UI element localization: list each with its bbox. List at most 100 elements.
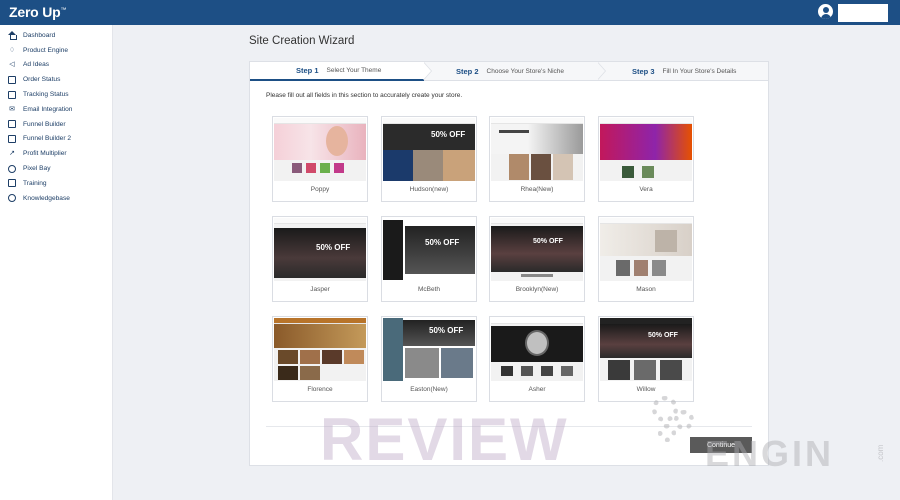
theme-thumbnail (600, 118, 692, 181)
sidebar-item-funnel-builder-2[interactable]: Funnel Builder 2 (0, 132, 112, 147)
mail-icon: ✉ (9, 105, 15, 113)
theme-name: Asher (528, 386, 546, 393)
sidebar-item-label: Funnel Builder (23, 120, 66, 128)
theme-card-brooklyn[interactable]: 50% OFF Brooklyn(New) (489, 216, 585, 302)
theme-card-mcbeth[interactable]: 50% OFF McBeth (381, 216, 477, 302)
step-label: Select Your Theme (326, 67, 382, 74)
chevron-right-icon (597, 62, 608, 81)
sidebar-item-profit-multiplier[interactable]: ↗ Profit Multiplier (0, 146, 112, 161)
theme-card-asher[interactable]: Asher (489, 316, 585, 402)
screen-icon (8, 179, 16, 188)
theme-name: Jasper (310, 286, 330, 293)
sidebar-item-pixel-bay[interactable]: Pixel Bay (0, 161, 112, 176)
step-3-tab[interactable]: Step 3 Fill In Your Store's Details (632, 62, 736, 81)
theme-card-poppy[interactable]: Poppy (272, 116, 368, 202)
step-label: Choose Your Store's Niche (486, 68, 564, 75)
info-icon (8, 194, 16, 203)
theme-card-vera[interactable]: Vera (598, 116, 694, 202)
sidebar-item-label: Knowledgebase (23, 194, 70, 202)
sidebar-item-tracking-status[interactable]: Tracking Status (0, 87, 112, 102)
theme-thumbnail (491, 318, 583, 381)
watermark-text: REVIEW (320, 406, 569, 473)
sidebar-item-product-engine[interactable]: ♢ Product Engine (0, 43, 112, 58)
top-bar: Zero Up™ (0, 0, 900, 25)
theme-name: Vera (639, 186, 653, 193)
sidebar-item-label: Ad Ideas (23, 61, 50, 69)
offer-text: 50% OFF (429, 326, 464, 335)
sidebar-item-funnel-builder[interactable]: Funnel Builder (0, 117, 112, 132)
theme-thumbnail (600, 218, 692, 281)
page-icon (8, 120, 16, 129)
sidebar-item-label: Profit Multiplier (23, 150, 67, 158)
sidebar-item-order-status[interactable]: Order Status (0, 72, 112, 87)
theme-card-willow[interactable]: 50% OFF Willow (598, 316, 694, 402)
sidebar-item-dashboard[interactable]: Dashboard (0, 28, 112, 43)
box-icon (8, 75, 16, 84)
watermark-suffix: .com (876, 444, 885, 462)
user-menu-box[interactable] (838, 4, 888, 22)
theme-name: Easton(New) (410, 386, 448, 393)
theme-thumbnail (491, 118, 583, 181)
theme-name: Mason (636, 286, 656, 293)
theme-thumbnail: 50% OFF (383, 318, 475, 381)
theme-card-rhea[interactable]: Rhea(New) (489, 116, 585, 202)
trend-icon: ↗ (9, 150, 15, 158)
theme-name: McBeth (417, 286, 441, 293)
step-1-tab[interactable]: Step 1 Select Your Theme (250, 62, 424, 81)
sidebar-item-label: Tracking Status (23, 91, 69, 99)
house-icon (8, 31, 17, 41)
theme-card-mason[interactable]: Mason (598, 216, 694, 302)
megaphone-icon: ◁ (9, 61, 15, 69)
sidebar-item-training[interactable]: Training (0, 176, 112, 191)
sidebar-item-label: Pixel Bay (23, 165, 51, 173)
sidebar: Dashboard ♢ Product Engine ◁ Ad Ideas Or… (0, 25, 113, 500)
theme-thumbnail: 50% OFF (383, 118, 475, 181)
theme-thumbnail: 50% OFF (274, 218, 366, 281)
sidebar-item-label: Training (23, 179, 47, 187)
sidebar-item-label: Email Integration (23, 105, 73, 113)
step-label: Fill In Your Store's Details (662, 68, 737, 75)
instructions-text: Please fill out all fields in this secti… (266, 92, 463, 99)
theme-name: Hudson(new) (409, 186, 449, 193)
watermark-text-secondary: ENGIN (705, 433, 835, 474)
offer-text: 50% OFF (425, 238, 460, 247)
wizard-steps: Step 1 Select Your Theme Step 2 Choose Y… (250, 62, 768, 81)
page-title: Site Creation Wizard (249, 35, 355, 47)
app-logo[interactable]: Zero Up™ (9, 4, 67, 20)
sidebar-item-email-integration[interactable]: ✉ Email Integration (0, 102, 112, 117)
sidebar-item-label: Dashboard (23, 31, 56, 39)
bell-icon: ♢ (8, 46, 16, 54)
sidebar-item-label: Funnel Builder 2 (23, 135, 72, 143)
gears-icon (648, 392, 708, 452)
theme-thumbnail: 50% OFF (491, 218, 583, 281)
target-icon (8, 164, 16, 173)
theme-name: Florence (307, 386, 333, 393)
theme-card-florence[interactable]: Florence (272, 316, 368, 402)
sidebar-item-knowledgebase[interactable]: Knowledgebase (0, 191, 112, 206)
theme-card-easton[interactable]: 50% OFF Easton(New) (381, 316, 477, 402)
sidebar-item-label: Order Status (23, 76, 61, 84)
offer-text: 50% OFF (533, 238, 563, 245)
theme-thumbnail: 50% OFF (600, 318, 692, 381)
theme-card-jasper[interactable]: 50% OFF Jasper (272, 216, 368, 302)
step-number: Step 3 (632, 67, 655, 76)
step-number: Step 2 (456, 67, 479, 76)
offer-text: 50% OFF (431, 130, 466, 139)
theme-thumbnail: 50% OFF (383, 218, 475, 281)
theme-card-hudson[interactable]: 50% OFF Hudson(new) (381, 116, 477, 202)
page-icon (8, 134, 16, 143)
sidebar-item-ad-ideas[interactable]: ◁ Ad Ideas (0, 58, 112, 73)
theme-thumbnail (274, 118, 366, 181)
theme-thumbnail (274, 318, 366, 381)
step-2-tab[interactable]: Step 2 Choose Your Store's Niche (456, 62, 564, 81)
theme-name: Brooklyn(New) (515, 286, 559, 293)
chevron-right-icon (423, 62, 434, 81)
theme-name: Rhea(New) (520, 186, 554, 193)
box-icon (8, 90, 16, 99)
sidebar-item-label: Product Engine (23, 46, 69, 54)
step-number: Step 1 (296, 66, 319, 75)
offer-text: 50% OFF (648, 332, 678, 339)
user-avatar-icon[interactable] (818, 4, 833, 19)
theme-name: Poppy (310, 186, 330, 193)
offer-text: 50% OFF (316, 243, 351, 252)
